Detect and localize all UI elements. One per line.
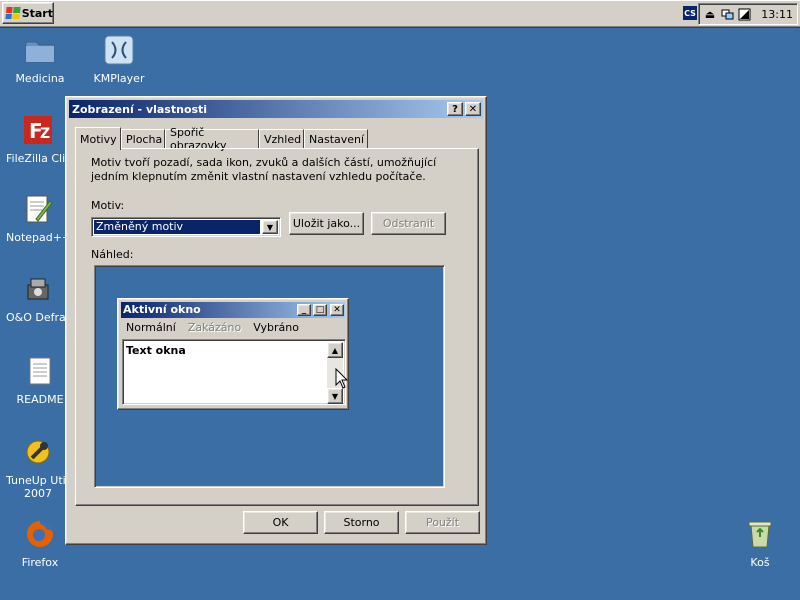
desktop-icon-label: Notepad++ xyxy=(6,231,70,244)
tab-plocha[interactable]: Plocha xyxy=(121,129,165,148)
close-button[interactable]: ✕ xyxy=(465,102,481,116)
desktop-icon-label: FileZilla Client xyxy=(6,152,70,165)
help-button[interactable]: ? xyxy=(447,102,463,116)
preview-window: Aktivní okno _ □ ✕ Normální Zakázáno Vyb… xyxy=(117,298,349,410)
ok-button[interactable]: OK xyxy=(243,511,318,534)
desktop-icon-label: O&O Defrag xyxy=(6,311,70,324)
taskbar: Start CS ⏏ 13:11 xyxy=(0,0,800,28)
preview-menu-normal: Normální xyxy=(126,321,176,334)
desktop-icon-recycle-bin[interactable]: Koš xyxy=(722,518,798,569)
desktop-icon-kmplayer[interactable]: KMPlayer xyxy=(81,34,157,85)
firefox-icon xyxy=(24,518,56,550)
preview-menu: Normální Zakázáno Vybráno xyxy=(126,321,299,334)
sound-icon[interactable] xyxy=(737,7,751,21)
maximize-icon: □ xyxy=(313,304,327,316)
chevron-down-icon[interactable]: ▼ xyxy=(262,220,278,234)
description-line-2: jedním klepnutím změnit vlastní nastaven… xyxy=(91,170,426,183)
preview-menu-disabled: Zakázáno xyxy=(187,321,242,334)
scroll-up-icon: ▲ xyxy=(327,342,343,358)
tab-sporic-obrazovky[interactable]: Spořič obrazovky xyxy=(165,126,259,152)
tuneup-icon xyxy=(22,436,54,468)
filezilla-icon: FZ xyxy=(22,114,54,146)
network-icon[interactable] xyxy=(720,7,734,21)
theme-preview: Aktivní okno _ □ ✕ Normální Zakázáno Vyb… xyxy=(94,265,445,488)
recycle-bin-icon xyxy=(744,518,776,550)
apply-button[interactable]: Použít xyxy=(405,511,480,534)
save-as-button[interactable]: Uložit jako... xyxy=(289,212,364,235)
kmplayer-icon xyxy=(103,34,135,66)
start-button[interactable]: Start xyxy=(2,2,54,24)
svg-text:Z: Z xyxy=(40,126,50,142)
notepad-icon xyxy=(22,193,54,225)
theme-select[interactable]: Změněný motiv ▼ xyxy=(91,217,281,237)
preview-menu-selected: Vybráno xyxy=(253,321,299,334)
desktop-icon-label: Firefox xyxy=(21,556,59,569)
start-label: Start xyxy=(21,6,53,20)
document-icon xyxy=(24,355,56,387)
desktop-icon-label: Koš xyxy=(750,556,770,569)
tab-vzhled[interactable]: Vzhled xyxy=(259,129,304,148)
cancel-button[interactable]: Storno xyxy=(324,511,399,534)
desktop-icon-label: Medicina xyxy=(15,72,65,85)
preview-window-title: Aktivní okno xyxy=(123,303,201,316)
theme-label: Motiv: xyxy=(91,199,125,212)
eject-icon[interactable]: ⏏ xyxy=(703,7,717,21)
preview-client-text: Text okna xyxy=(126,344,186,357)
theme-select-value: Změněný motiv xyxy=(94,220,260,234)
minimize-icon: _ xyxy=(297,304,311,316)
folder-icon xyxy=(24,34,56,66)
close-icon: ✕ xyxy=(330,304,344,316)
dialog-titlebar[interactable]: Zobrazení - vlastnosti ? ✕ xyxy=(69,100,483,118)
preview-window-titlebar: Aktivní okno _ □ ✕ xyxy=(121,302,345,318)
desktop-icon-medicina[interactable]: Medicina xyxy=(2,34,78,85)
scroll-down-icon: ▼ xyxy=(327,388,343,404)
windows-logo-icon xyxy=(5,7,21,19)
language-indicator[interactable]: CS xyxy=(683,6,697,20)
system-tray: ⏏ 13:11 xyxy=(698,3,798,25)
description-line-1: Motiv tvoří pozadí, sada ikon, zvuků a d… xyxy=(91,156,437,169)
preview-label: Náhled: xyxy=(91,248,134,261)
dialog-title: Zobrazení - vlastnosti xyxy=(72,102,208,116)
desktop-icon-label: KMPlayer xyxy=(93,72,145,85)
mouse-cursor-icon xyxy=(335,368,349,389)
delete-button[interactable]: Odstranit xyxy=(371,212,446,235)
preview-client-area: Text okna ▲ ▼ xyxy=(122,339,346,405)
display-properties-dialog: Zobrazení - vlastnosti ? ✕ Motivy Plocha… xyxy=(65,96,487,545)
defrag-icon xyxy=(22,273,54,305)
desktop-icon-label: TuneUp Utilities xyxy=(6,474,70,487)
clock[interactable]: 13:11 xyxy=(761,8,793,21)
tab-motivy[interactable]: Motivy xyxy=(75,127,121,150)
tab-nastaveni[interactable]: Nastavení xyxy=(304,129,368,148)
